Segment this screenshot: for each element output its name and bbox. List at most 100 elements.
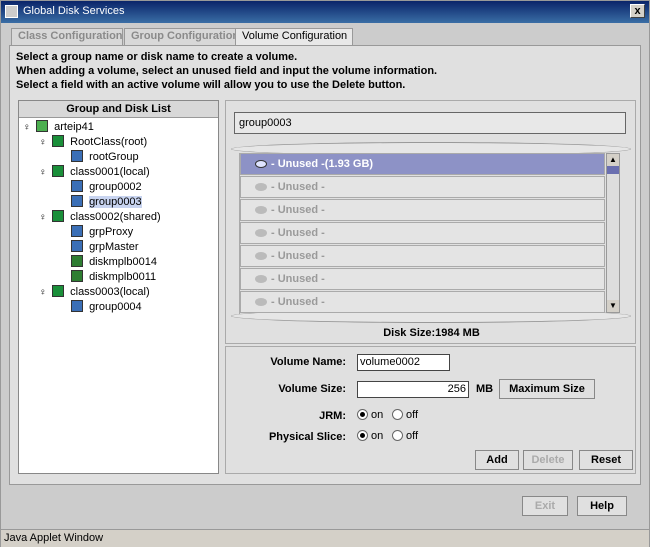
volume-row-selected[interactable]: - Unused -(1.93 GB) <box>240 153 605 175</box>
jrm-off-label: off <box>406 409 419 421</box>
physical-slice-label: Physical Slice: <box>268 431 346 443</box>
close-button[interactable]: x <box>630 4 645 18</box>
volume-row-label: - Unused - <box>271 273 325 285</box>
expand-pin-icon[interactable]: ♀ <box>39 165 49 180</box>
maximum-size-button[interactable]: Maximum Size <box>499 379 595 399</box>
tree-node-rootgroup[interactable]: rootGroup <box>71 150 139 165</box>
tree-node-grpproxy[interactable]: grpProxy <box>71 225 133 240</box>
tree-node-label: class0001(local) <box>70 166 150 178</box>
tree-node-label: grpProxy <box>89 226 134 238</box>
volume-icon <box>255 252 267 260</box>
tree-node-diskmplb0014[interactable]: diskmplb0014 <box>71 255 157 270</box>
tree-node-label: arteip41 <box>54 121 94 133</box>
tree-node-label-selected: group0003 <box>89 196 142 208</box>
host-icon <box>36 120 49 132</box>
class-icon <box>52 135 65 147</box>
expand-pin-icon[interactable]: ♀ <box>39 210 49 225</box>
radio-checked-icon <box>357 430 368 441</box>
physical-slice-on-radio[interactable]: on <box>357 430 383 442</box>
volume-row-label: - Unused -(1.93 GB) <box>271 158 374 170</box>
window-title: Global Disk Services <box>23 5 125 17</box>
jrm-label: JRM: <box>319 410 346 422</box>
volume-list-scrollbar[interactable]: ▲ ▼ <box>606 153 620 313</box>
physical-slice-off-radio[interactable]: off <box>392 430 418 442</box>
volume-icon <box>255 298 267 306</box>
volume-row[interactable]: - Unused - <box>240 291 605 313</box>
tree-node-label: diskmplb0011 <box>89 271 157 283</box>
status-bar: Java Applet Window <box>1 529 649 547</box>
dialog-button-bar: Exit Help <box>1 486 649 528</box>
volume-icon <box>255 275 267 283</box>
tree-node-group0002[interactable]: group0002 <box>71 180 142 195</box>
jrm-off-radio[interactable]: off <box>392 409 418 421</box>
volume-row-label: - Unused - <box>271 296 325 308</box>
volume-row-label: - Unused - <box>271 250 325 262</box>
radio-unchecked-icon <box>392 409 403 420</box>
tree-node-group0003[interactable]: group0003 <box>71 195 142 210</box>
volume-row-label: - Unused - <box>271 204 325 216</box>
tree-node-rootclass[interactable]: ♀ RootClass(root) <box>39 135 147 150</box>
tree-node-label: class0002(shared) <box>70 211 161 223</box>
group-icon <box>71 195 83 207</box>
volume-layout-panel: group0003 - Unused -(1.93 GB) - Unused -… <box>225 100 636 344</box>
tree-node-label: grpMaster <box>89 241 139 253</box>
title-bar: Global Disk Services x <box>1 1 649 23</box>
volume-configuration-panel: Select a group name or disk name to crea… <box>9 45 641 485</box>
volume-row-label: - Unused - <box>271 227 325 239</box>
instructions: Select a group name or disk name to crea… <box>16 50 437 92</box>
radio-unchecked-icon <box>392 430 403 441</box>
app-icon <box>5 5 18 18</box>
tree-node-group0004[interactable]: group0004 <box>71 300 142 315</box>
scrollbar-thumb[interactable] <box>607 166 619 174</box>
expand-pin-icon[interactable]: ♀ <box>39 135 49 150</box>
tree-node-label: class0003(local) <box>70 286 150 298</box>
class-icon <box>52 285 65 297</box>
volume-row[interactable]: - Unused - <box>240 222 605 244</box>
disk-size-label: Disk Size:1984 MB <box>383 327 480 339</box>
volume-row[interactable]: - Unused - <box>240 199 605 221</box>
group-icon <box>71 300 83 312</box>
class-icon <box>52 210 65 222</box>
tree-node-class0001[interactable]: ♀ class0001(local) <box>39 165 150 180</box>
jrm-on-radio[interactable]: on <box>357 409 383 421</box>
tree-node-label: group0004 <box>89 301 142 313</box>
volume-icon <box>255 183 267 191</box>
volume-size-input[interactable]: 256 <box>357 381 469 398</box>
add-button[interactable]: Add <box>475 450 519 470</box>
volume-form: Volume Name: volume0002 Volume Size: 256… <box>225 346 636 474</box>
exit-button[interactable]: Exit <box>522 496 568 516</box>
radio-checked-icon <box>357 409 368 420</box>
group-name-display: group0003 <box>234 112 626 134</box>
expand-pin-icon[interactable]: ♀ <box>23 120 33 135</box>
scroll-up-arrow-icon[interactable]: ▲ <box>607 154 619 166</box>
volume-icon <box>255 229 267 237</box>
tree-node-class0002[interactable]: ♀ class0002(shared) <box>39 210 161 225</box>
group-disk-list-header: Group and Disk List <box>19 101 218 118</box>
help-button[interactable]: Help <box>577 496 627 516</box>
class-icon <box>52 165 65 177</box>
tab-group-configuration[interactable]: Group Configuration <box>124 28 239 45</box>
volume-icon <box>255 160 267 168</box>
tree-node-grpmaster[interactable]: grpMaster <box>71 240 139 255</box>
volume-name-input[interactable]: volume0002 <box>357 354 450 371</box>
group-disk-list: Group and Disk List ♀ arteip41 ♀ RootCla… <box>18 100 219 474</box>
delete-button[interactable]: Delete <box>523 450 573 470</box>
app-window: Global Disk Services x Class Configurati… <box>0 0 650 547</box>
volume-row[interactable]: - Unused - <box>240 176 605 198</box>
tab-class-configuration[interactable]: Class Configuration <box>11 28 123 45</box>
volume-row[interactable]: - Unused - <box>240 268 605 290</box>
scroll-down-arrow-icon[interactable]: ▼ <box>607 300 619 312</box>
tree-node-diskmplb0011[interactable]: diskmplb0011 <box>71 270 156 285</box>
tree-node-label: rootGroup <box>89 151 139 163</box>
group-icon <box>71 225 83 237</box>
volume-row[interactable]: - Unused - <box>240 245 605 267</box>
tree-node-class0003[interactable]: ♀ class0003(local) <box>39 285 150 300</box>
tab-volume-configuration[interactable]: Volume Configuration <box>235 28 353 46</box>
expand-pin-icon[interactable]: ♀ <box>39 285 49 300</box>
tree-node-arteip41[interactable]: ♀ arteip41 <box>23 120 94 135</box>
reset-button[interactable]: Reset <box>579 450 633 470</box>
disk-icon <box>71 255 83 267</box>
group-icon <box>71 240 83 252</box>
volume-row-label: - Unused - <box>271 181 325 193</box>
group-icon <box>71 150 83 162</box>
